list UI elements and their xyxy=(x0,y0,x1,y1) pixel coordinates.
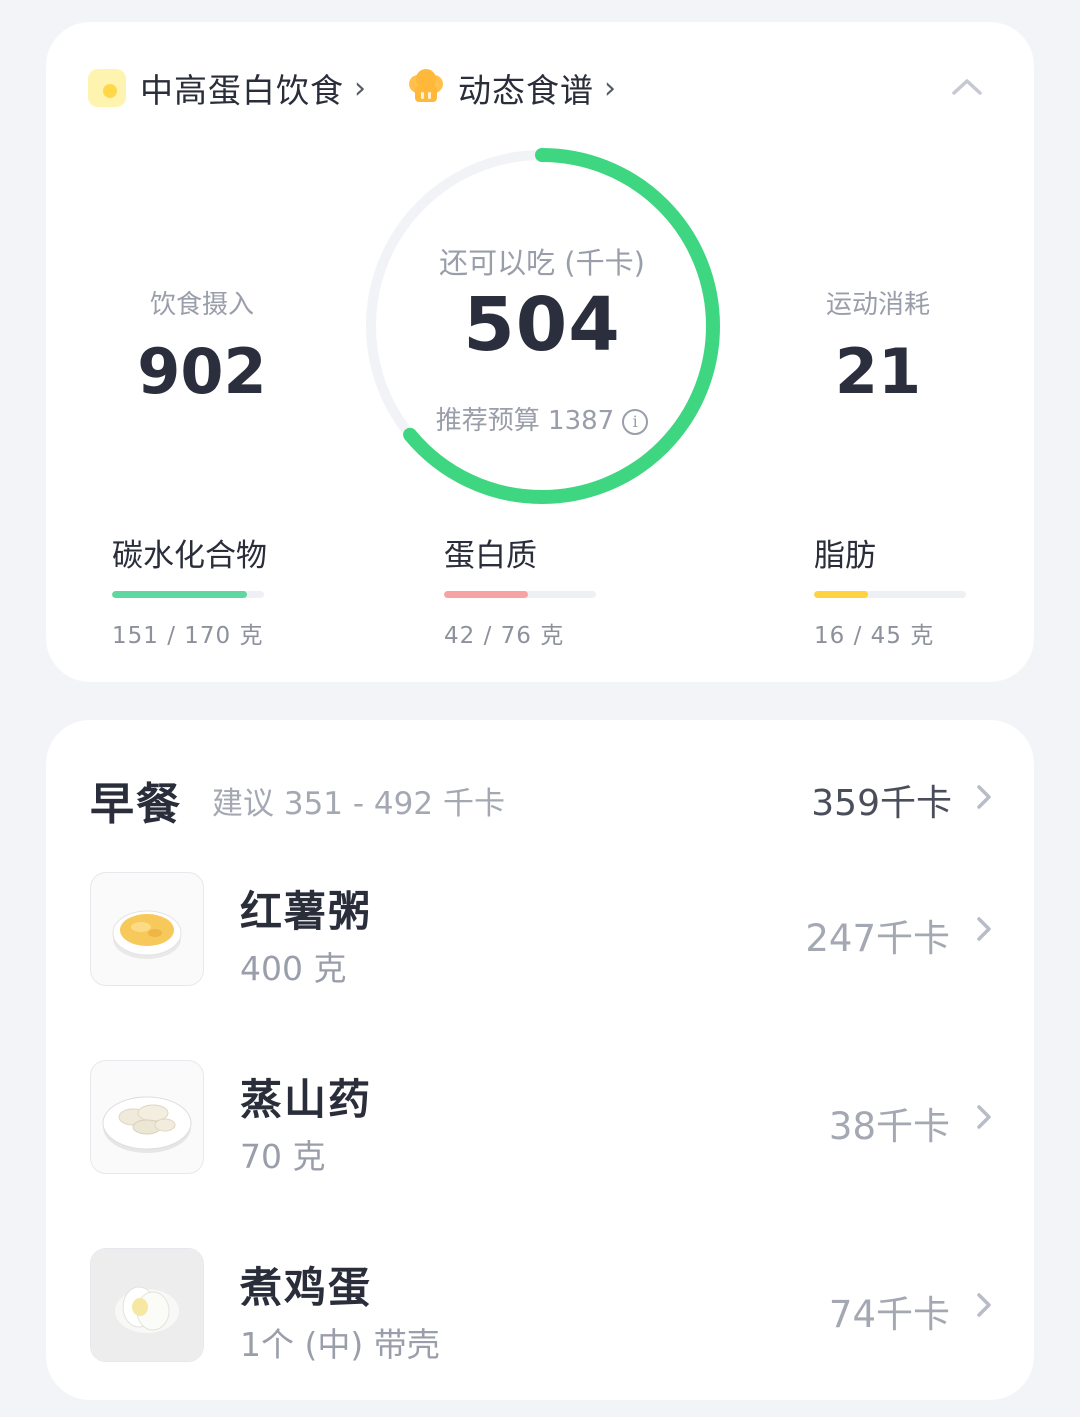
food-name: 蒸山药 xyxy=(240,1075,373,1124)
dynamic-recipe-label: 动态食谱 xyxy=(458,71,594,110)
congee-bowl-icon xyxy=(90,872,204,986)
meal-title: 早餐 xyxy=(90,779,182,830)
remaining-label: 还可以吃 (千卡) xyxy=(439,246,645,280)
meal-total-kcal: 359千卡 xyxy=(811,783,952,824)
intake-label: 饮食摄入 xyxy=(149,290,254,320)
food-quantity: 70 克 xyxy=(240,1137,326,1176)
food-kcal: 247千卡 xyxy=(805,917,950,960)
macro-amount: 16 / 45 克 xyxy=(814,623,935,649)
chevron-up-icon[interactable] xyxy=(950,74,984,98)
intake-value: 902 xyxy=(137,335,267,408)
macro-track xyxy=(814,591,966,598)
macro-name: 脂肪 xyxy=(814,538,876,574)
macro-protein: 蛋白质 42 / 76 克 xyxy=(444,530,624,650)
macro-amount: 151 / 170 克 xyxy=(112,623,264,649)
chevron-right-icon xyxy=(977,785,991,809)
macro-fill xyxy=(814,591,869,598)
chevron-right-icon: › xyxy=(604,70,616,106)
chevron-right-icon: › xyxy=(354,70,366,106)
meal-suggested-range: 建议 351 - 492 千卡 xyxy=(212,786,505,822)
remaining-calories[interactable]: 还可以吃 (千卡) 504 推荐预算 1387 i xyxy=(360,144,724,508)
macro-carbs: 碳水化合物 151 / 170 克 xyxy=(112,530,292,650)
dynamic-recipe-link[interactable]: 动态食谱 › xyxy=(406,62,616,114)
budget-row: 推荐预算 1387 i xyxy=(360,400,724,437)
chevron-right-icon xyxy=(977,1105,991,1129)
food-kcal: 74千卡 xyxy=(828,1293,950,1336)
boiled-egg-icon xyxy=(90,1248,204,1362)
food-quantity: 400 克 xyxy=(240,949,347,988)
food-item[interactable]: 煮鸡蛋 1个 (中) 带壳 74千卡 xyxy=(46,1248,1034,1368)
food-quantity: 1个 (中) 带壳 xyxy=(240,1325,440,1364)
macro-name: 蛋白质 xyxy=(444,538,537,574)
diet-plan-label: 中高蛋白饮食 xyxy=(140,71,344,110)
food-kcal: 38千卡 xyxy=(828,1105,950,1148)
diet-plan-link[interactable]: 中高蛋白饮食 › xyxy=(88,62,366,114)
yam-plate-icon xyxy=(90,1060,204,1174)
macro-fill xyxy=(444,591,529,598)
exercise-stat[interactable]: 运动消耗 21 xyxy=(758,284,998,408)
food-item[interactable]: 红薯粥 400 克 247千卡 xyxy=(46,872,1034,992)
chevron-right-icon xyxy=(977,1293,991,1317)
food-name: 煮鸡蛋 xyxy=(240,1263,373,1312)
chevron-right-icon xyxy=(977,917,991,941)
macro-track xyxy=(112,591,264,598)
intake-stat[interactable]: 饮食摄入 902 xyxy=(82,284,322,408)
chef-hat-icon xyxy=(409,69,443,102)
exercise-label: 运动消耗 xyxy=(825,290,930,320)
budget-text: 推荐预算 1387 xyxy=(435,406,615,436)
remaining-value: 504 xyxy=(463,282,621,368)
food-item[interactable]: 蒸山药 70 克 38千卡 xyxy=(46,1060,1034,1180)
macro-fill xyxy=(112,591,247,598)
macro-fat: 脂肪 16 / 45 克 xyxy=(814,530,994,650)
info-icon[interactable]: i xyxy=(622,409,649,435)
diet-plan-icon xyxy=(88,69,126,107)
macro-amount: 42 / 76 克 xyxy=(444,623,565,649)
food-name: 红薯粥 xyxy=(240,887,373,936)
macro-track xyxy=(444,591,596,598)
breakfast-card: 早餐 建议 351 - 492 千卡 359千卡 红薯粥 400 克 247千卡 xyxy=(46,720,1034,1400)
exercise-value: 21 xyxy=(834,335,922,408)
calorie-summary-card: 中高蛋白饮食 › 动态食谱 › 饮食摄入 902 还可以吃 (千卡) 504 推… xyxy=(46,22,1034,682)
macro-name: 碳水化合物 xyxy=(112,538,267,574)
